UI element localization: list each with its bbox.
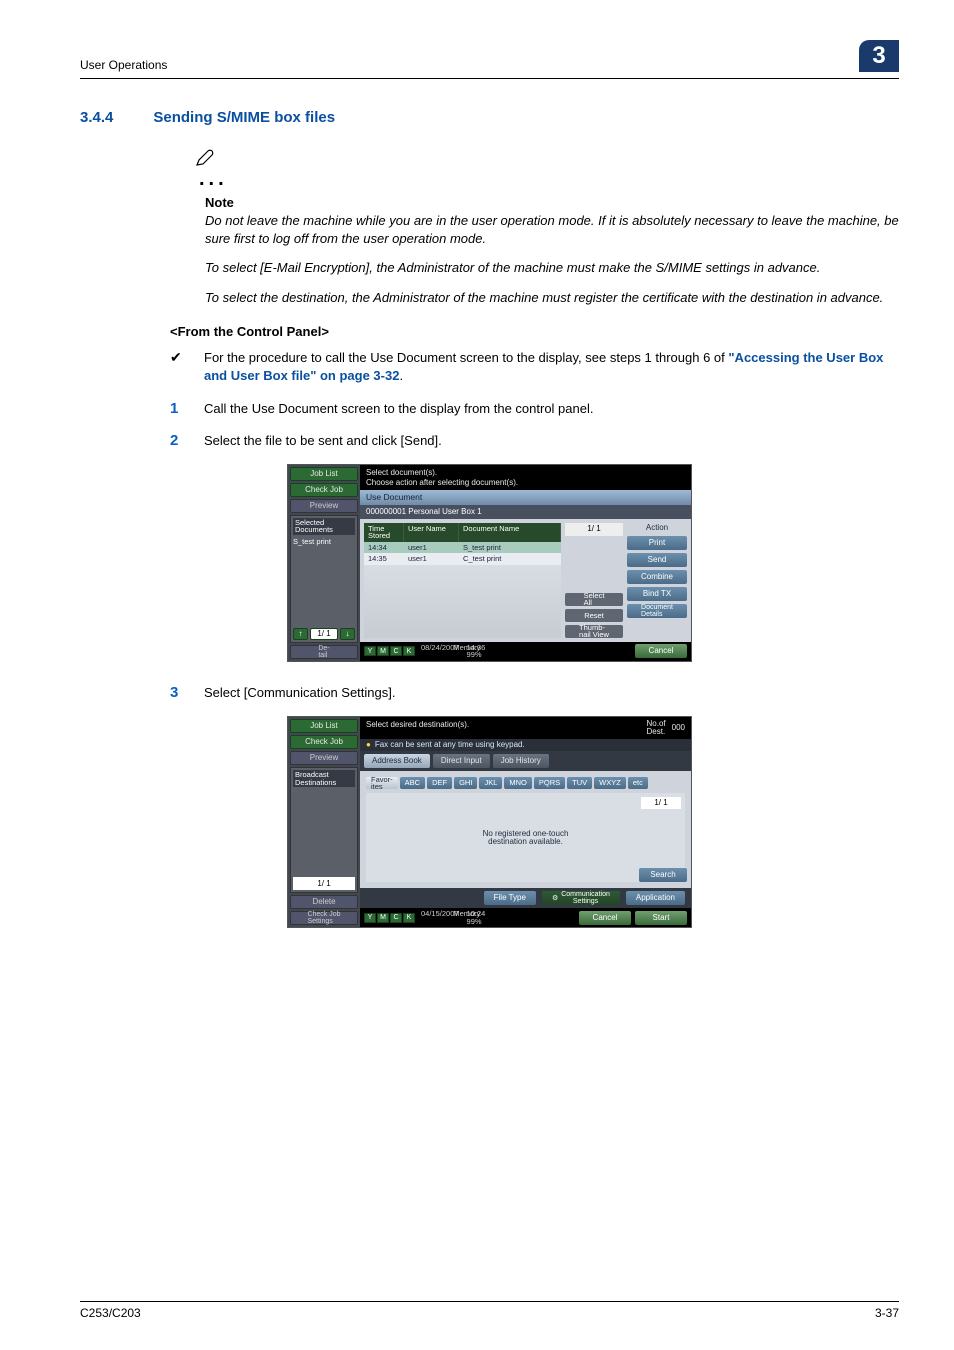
- address-page-indicator: 1/ 1: [641, 797, 681, 809]
- selected-document-item: S_test print: [293, 537, 355, 547]
- no-destination-line-2: destination available.: [483, 838, 569, 846]
- job-list-button[interactable]: Job List: [290, 719, 358, 733]
- alpha-favorites[interactable]: Favor- ites: [366, 777, 398, 789]
- col-time-stored[interactable]: Time Stored: [364, 523, 404, 542]
- doc-page-indicator: 1/ 1: [565, 523, 623, 536]
- page-down-button[interactable]: ↓: [340, 628, 355, 640]
- tab-job-history[interactable]: Job History: [493, 754, 549, 768]
- col-document-name: Document Name: [459, 523, 561, 542]
- no-of-dest-value: 000: [672, 723, 685, 733]
- application-button[interactable]: Application: [626, 891, 685, 905]
- from-control-panel-heading: <From the Control Panel>: [170, 324, 899, 339]
- section-title: Sending S/MIME box files: [153, 109, 335, 126]
- alpha-jkl[interactable]: JKL: [479, 777, 502, 789]
- note-label: Note: [205, 195, 915, 210]
- alpha-mno[interactable]: MNO: [504, 777, 532, 789]
- col-user-name: User Name: [404, 523, 459, 542]
- alpha-def[interactable]: DEF: [427, 777, 452, 789]
- chapter-badge: 3: [859, 40, 899, 72]
- tab-address-book[interactable]: Address Book: [364, 754, 430, 768]
- section-number: 3.4.4: [80, 109, 113, 126]
- note-paragraph-3: To select the destination, the Administr…: [205, 289, 915, 307]
- job-list-button[interactable]: Job List: [290, 467, 358, 481]
- page-indicator: 1/ 1: [310, 628, 338, 640]
- alpha-ghi[interactable]: GHI: [454, 777, 477, 789]
- thumbnail-view-button[interactable]: Thumb- nail View: [565, 625, 623, 638]
- message-line-1: Select document(s).: [366, 468, 685, 478]
- selected-documents-header: Selected Documents: [293, 518, 355, 535]
- running-head: User Operations: [80, 58, 167, 72]
- page-up-button[interactable]: ↑: [293, 628, 308, 640]
- footer-memory-label: Memory: [453, 910, 480, 925]
- header-rule: [80, 78, 899, 79]
- procedure-note: For the procedure to call the Use Docume…: [204, 349, 899, 385]
- check-job-button[interactable]: Check Job: [290, 735, 358, 749]
- search-button[interactable]: Search: [639, 868, 687, 882]
- cancel-button[interactable]: Cancel: [579, 911, 631, 925]
- lightbulb-icon: ●: [366, 741, 371, 749]
- note-paragraph-2: To select [E-Mail Encryption], the Admin…: [205, 259, 915, 277]
- step-2-number: 2: [170, 432, 184, 450]
- note-icon: ...: [195, 148, 899, 191]
- message-line: Select desired destination(s).: [366, 720, 469, 729]
- check-job-button[interactable]: Check Job: [290, 483, 358, 497]
- bind-tx-button[interactable]: Bind TX: [627, 587, 687, 601]
- start-button[interactable]: Start: [635, 911, 687, 925]
- step-3-number: 3: [170, 684, 184, 702]
- reset-button[interactable]: Reset: [565, 609, 623, 622]
- alpha-pqrs[interactable]: PQRS: [534, 777, 565, 789]
- preview-button[interactable]: Preview: [290, 751, 358, 765]
- preview-button[interactable]: Preview: [290, 499, 358, 513]
- user-box-subtitle: 000000001 Personal User Box 1: [360, 505, 691, 519]
- check-bullet-icon: ✔: [170, 349, 184, 385]
- gear-icon: ⚙: [552, 895, 558, 902]
- alpha-etc[interactable]: etc: [628, 777, 648, 789]
- screenshot-use-document: Job List Check Job Preview Selected Docu…: [287, 464, 692, 662]
- file-type-button[interactable]: File Type: [484, 891, 536, 905]
- toner-levels-icon: YMCK: [364, 913, 415, 923]
- broadcast-destinations-header: Broadcast Destinations: [293, 770, 355, 787]
- table-row-selected[interactable]: 14:34 user1 S_test print: [364, 542, 561, 554]
- toner-levels-icon: YMCK: [364, 646, 415, 656]
- screenshot-select-destination: Job List Check Job Preview Broadcast Des…: [287, 716, 692, 928]
- document-details-button[interactable]: Document Details: [627, 604, 687, 618]
- use-document-title: Use Document: [360, 490, 691, 505]
- cancel-button[interactable]: Cancel: [635, 644, 687, 658]
- step-1-text: Call the Use Document screen to the disp…: [204, 400, 899, 418]
- note-paragraph-1: Do not leave the machine while you are i…: [205, 212, 915, 247]
- footer-model: C253/C203: [80, 1306, 141, 1320]
- table-row[interactable]: 14:35 user1 C_test print: [364, 553, 561, 565]
- message-line-2: Choose action after selecting document(s…: [366, 478, 685, 488]
- combine-button[interactable]: Combine: [627, 570, 687, 584]
- bd-page-indicator: 1/ 1: [293, 877, 355, 890]
- action-header: Action: [627, 523, 687, 533]
- step-1-number: 1: [170, 400, 184, 418]
- print-button[interactable]: Print: [627, 536, 687, 550]
- step-3-text: Select [Communication Settings].: [204, 684, 899, 702]
- tab-direct-input[interactable]: Direct Input: [433, 754, 490, 768]
- footer-memory-label: Memory: [453, 644, 480, 659]
- check-job-settings-button[interactable]: Check Job Settings: [290, 911, 358, 925]
- alpha-wxyz[interactable]: WXYZ: [594, 777, 626, 789]
- communication-settings-button[interactable]: ⚙Communication Settings: [542, 891, 620, 905]
- detail-button[interactable]: De- tail: [290, 645, 358, 659]
- delete-button[interactable]: Delete: [290, 895, 358, 909]
- alpha-abc[interactable]: ABC: [400, 777, 425, 789]
- step-2-text: Select the file to be sent and click [Se…: [204, 432, 899, 450]
- no-of-dest-label: No.of Dest.: [647, 720, 666, 736]
- send-button[interactable]: Send: [627, 553, 687, 567]
- footer-page-number: 3-37: [875, 1306, 899, 1320]
- tip-text: Fax can be sent at any time using keypad…: [375, 741, 525, 749]
- select-all-button[interactable]: Select All: [565, 593, 623, 606]
- alpha-tuv[interactable]: TUV: [567, 777, 592, 789]
